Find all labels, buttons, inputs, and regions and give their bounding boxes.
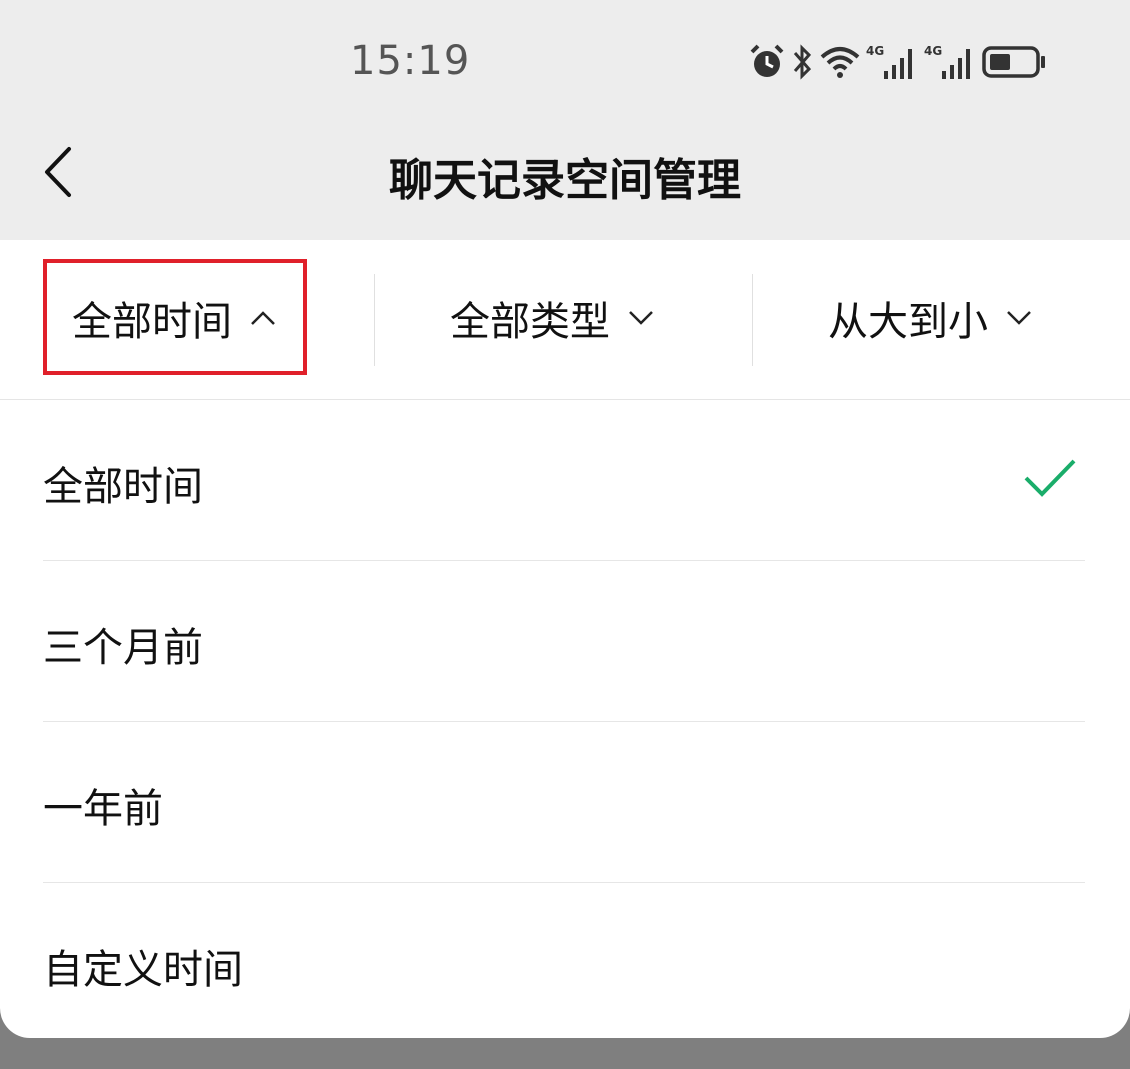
battery-icon — [982, 43, 1048, 81]
4g-signal-icon: 4G — [866, 43, 918, 81]
alarm-icon — [748, 43, 786, 81]
status-time: 15:19 — [350, 38, 471, 84]
check-icon — [1024, 459, 1076, 497]
chevron-up-icon — [251, 311, 275, 325]
type-filter-button[interactable]: 全部类型 — [450, 278, 654, 358]
option-custom-time[interactable]: 自定义时间 — [43, 883, 1085, 1043]
4g-signal-icon: 4G — [924, 43, 976, 81]
time-filter-button[interactable]: 全部时间 — [72, 278, 276, 358]
option-label: 自定义时间 — [43, 947, 243, 993]
navigation-bar: 聊天记录空间管理 — [0, 120, 1130, 240]
option-all-time[interactable]: 全部时间 — [43, 400, 1085, 561]
wifi-icon — [820, 43, 860, 81]
time-filter-label: 全部时间 — [72, 299, 232, 345]
option-label: 一年前 — [43, 786, 163, 832]
option-one-year-ago[interactable]: 一年前 — [43, 722, 1085, 883]
type-filter-label: 全部类型 — [450, 299, 610, 345]
time-options-list: 全部时间 三个月前 一年前 自定义时间 — [0, 400, 1130, 1043]
filter-divider — [752, 274, 753, 366]
chevron-down-icon — [629, 311, 653, 325]
svg-text:4G: 4G — [924, 44, 942, 58]
chevron-down-icon — [1007, 311, 1031, 325]
sort-filter-button[interactable]: 从大到小 — [828, 278, 1032, 358]
option-label: 全部时间 — [43, 464, 203, 510]
svg-text:4G: 4G — [866, 44, 884, 58]
option-label: 三个月前 — [43, 625, 203, 671]
sort-filter-label: 从大到小 — [828, 299, 988, 345]
option-three-months-ago[interactable]: 三个月前 — [43, 561, 1085, 722]
filter-dropdown-panel: 全部时间 全部类型 从大到小 全部时间 三个月前 一年前 自定义时间 — [0, 240, 1130, 1038]
bluetooth-icon — [792, 43, 814, 81]
status-icons: 4G 4G — [748, 42, 1048, 82]
page-title: 聊天记录空间管理 — [389, 155, 741, 206]
status-bar: 15:19 4G 4G — [0, 0, 1130, 120]
filter-bar: 全部时间 全部类型 从大到小 — [0, 240, 1130, 400]
filter-divider — [374, 274, 375, 366]
